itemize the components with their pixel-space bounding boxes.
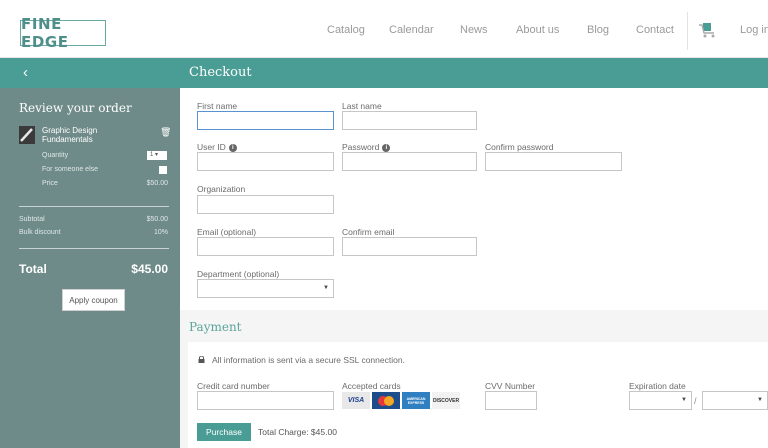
subtotal-value: $50.00 — [146, 216, 168, 223]
mastercard-card — [372, 392, 400, 409]
someone-else-label: For someone else — [42, 166, 99, 173]
confirm-password-label: Confirm password — [485, 142, 554, 152]
order-sidebar: Review your order Graphic Design Fundame… — [0, 88, 180, 448]
card-number-label: Credit card number — [197, 381, 270, 391]
nav-about-us[interactable]: About us — [516, 24, 559, 36]
amex-card: AMERICAN EXPRESS — [402, 392, 430, 409]
quantity-label: Quantity — [42, 152, 69, 159]
email-input[interactable] — [197, 237, 334, 256]
confirm-password-input[interactable] — [485, 152, 622, 171]
date-separator: / — [694, 396, 697, 406]
price-label: Price — [42, 180, 58, 187]
chevron-down-icon: ▼ — [681, 397, 687, 403]
expiration-label: Expiration date — [629, 381, 686, 391]
info-icon[interactable]: i — [228, 143, 237, 152]
someone-else-checkbox[interactable] — [159, 166, 167, 174]
info-icon[interactable]: i — [382, 143, 391, 152]
trash-icon[interactable]: 🗑 — [160, 127, 171, 138]
accepted-cards-label: Accepted cards — [342, 381, 401, 391]
total-charge: Total Charge: $45.00 — [258, 427, 337, 437]
checkout-header: ‹ Checkout — [0, 58, 768, 88]
cvv-input[interactable] — [485, 391, 537, 410]
department-label: Department (optional) — [197, 269, 280, 279]
nav-blog[interactable]: Blog — [587, 24, 609, 36]
organization-input[interactable] — [197, 195, 334, 214]
nav-news[interactable]: News — [460, 24, 488, 36]
email-label: Email (optional) — [197, 227, 257, 237]
user-id-text: User ID — [197, 142, 226, 152]
card-number-input[interactable] — [197, 391, 334, 410]
password-input[interactable] — [342, 152, 477, 171]
divider — [19, 206, 169, 207]
cvv-label: CVV Number — [485, 381, 536, 391]
chevron-down-icon: ▼ — [323, 285, 329, 291]
first-name-label: First name — [197, 101, 238, 111]
password-label: Password i — [342, 142, 391, 152]
payment-title: Payment — [189, 320, 242, 334]
back-icon[interactable]: ‹ — [23, 64, 28, 81]
total-value: $45.00 — [131, 262, 168, 276]
divider — [19, 248, 169, 249]
nav-contact[interactable]: Contact — [636, 24, 674, 36]
visa-card: VISA — [342, 392, 370, 409]
mastercard-logo — [378, 395, 394, 406]
first-name-input[interactable] — [197, 111, 334, 130]
cart-icon[interactable] — [698, 21, 718, 39]
total-label: Total — [19, 262, 47, 276]
quantity-select[interactable]: 1 ▾ — [147, 151, 167, 160]
product-thumbnail — [19, 126, 35, 144]
expiration-year-select[interactable]: ▼ — [702, 391, 768, 410]
discount-label: Bulk discount — [19, 229, 61, 236]
ssl-note: All information is sent via a secure SSL… — [212, 355, 405, 365]
password-text: Password — [342, 142, 380, 152]
purchase-button[interactable]: Purchase — [197, 423, 251, 441]
discover-card: DISCOVER — [432, 392, 460, 409]
subtotal-label: Subtotal — [19, 216, 45, 223]
nav-calendar[interactable]: Calendar — [389, 24, 434, 36]
page-title: Checkout — [189, 65, 252, 80]
chevron-down-icon: ▼ — [757, 397, 763, 403]
top-nav: FINE EDGE Catalog Calendar News About us… — [0, 0, 768, 58]
confirm-email-input[interactable] — [342, 237, 477, 256]
expiration-month-select[interactable]: ▼ — [629, 391, 692, 410]
quantity-value: 1 — [150, 152, 154, 158]
price-value: $50.00 — [146, 180, 168, 187]
lock-icon — [198, 356, 205, 363]
organization-label: Organization — [197, 184, 246, 194]
nav-divider — [687, 12, 688, 50]
nav-catalog[interactable]: Catalog — [327, 24, 365, 36]
confirm-email-label: Confirm email — [342, 227, 395, 237]
logo[interactable]: FINE EDGE — [20, 15, 106, 51]
nav-login[interactable]: Log in — [740, 24, 768, 36]
last-name-label: Last name — [342, 101, 382, 111]
review-title: Review your order — [19, 101, 132, 115]
department-select[interactable]: ▼ — [197, 279, 334, 298]
apply-coupon-button[interactable]: Apply coupon — [62, 289, 125, 311]
last-name-input[interactable] — [342, 111, 477, 130]
product-name: Graphic Design Fundamentals — [42, 126, 98, 144]
user-id-label: User ID i — [197, 142, 237, 152]
discount-value: 10% — [153, 229, 168, 236]
user-id-input[interactable] — [197, 152, 334, 171]
